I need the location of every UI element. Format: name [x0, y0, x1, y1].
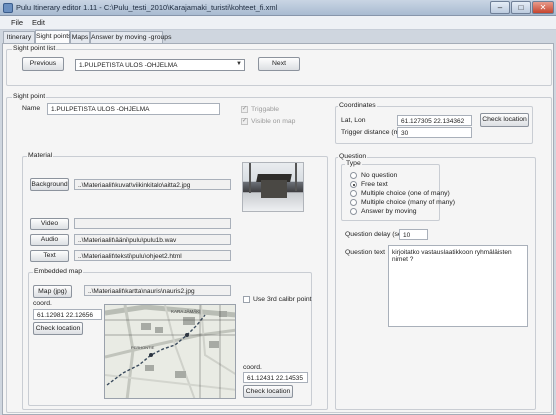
question-text-label: Question text: [345, 249, 386, 256]
visible-on-map-label: Visible on map: [251, 118, 296, 125]
sight-point-label: Sight point: [12, 93, 47, 100]
background-button[interactable]: Background: [30, 178, 69, 191]
previous-button[interactable]: Previous: [22, 57, 64, 71]
radio-answer-by-moving-label: Answer by moving: [361, 208, 417, 215]
close-button[interactable]: ✕: [532, 1, 554, 14]
background-preview-image: [242, 162, 304, 212]
map-check-location-button-2[interactable]: Check location: [243, 385, 293, 398]
minimize-button[interactable]: –: [490, 1, 510, 14]
coord-field-1[interactable]: 61.12981 22.12656: [33, 309, 102, 320]
text-path-field[interactable]: ..\Materiaalit\teksti\pulu\ohjeet2.html: [74, 250, 231, 261]
map-path-field[interactable]: ..\Materiaalit\kartta\nauris\nauris2.jpg: [84, 285, 231, 296]
tab-itinerary[interactable]: Itinerary: [3, 31, 35, 43]
latlon-field[interactable]: 61.127305 22.134362: [397, 115, 472, 126]
text-button[interactable]: Text: [30, 250, 69, 262]
coord-label-2: coord.: [243, 364, 262, 371]
radio-multiple-one[interactable]: [350, 190, 357, 197]
name-field[interactable]: 1.PULPETISTA ULOS -OHJELMA: [47, 103, 220, 115]
coord-field-2[interactable]: 61.12431 22.14535: [243, 372, 308, 383]
radio-multiple-one-label: Multiple choice (one of many): [361, 190, 450, 197]
radio-answer-by-moving[interactable]: [350, 208, 357, 215]
tab-strip: Itinerary Sight points Maps Answer by mo…: [0, 30, 556, 43]
chevron-down-icon: ▼: [236, 61, 242, 67]
map-check-location-button-1[interactable]: Check location: [33, 322, 83, 335]
tab-maps[interactable]: Maps: [70, 31, 90, 43]
embedded-map-label: Embedded map: [33, 268, 83, 275]
map-jpg-button[interactable]: Map (jpg): [33, 285, 72, 298]
radio-no-question-label: No question: [361, 172, 398, 179]
latlon-label: Lat, Lon: [341, 117, 366, 124]
use-3rd-calibr-point-label: Use 3rd calibr point: [253, 296, 312, 303]
coordinates-label: Coordinates: [338, 102, 377, 109]
audio-button[interactable]: Audio: [30, 234, 69, 246]
triggable-label: Triggable: [251, 106, 280, 113]
trigger-distance-label: Trigger distance (m): [341, 129, 402, 136]
sight-point-list-label: Sight point list: [12, 45, 57, 52]
menu-file[interactable]: File: [11, 18, 23, 27]
background-path-field[interactable]: ..\Materiaalit\kuvat\viikinkitalo\aitta2…: [74, 179, 231, 190]
trigger-distance-field[interactable]: 30: [397, 127, 472, 138]
coord-label-1: coord.: [33, 300, 52, 307]
tree: [295, 163, 297, 191]
radio-no-question[interactable]: [350, 172, 357, 179]
window-title: Pulu Itinerary editor 1.11 - C:\Pulu_tes…: [16, 3, 278, 12]
tab-sight-points[interactable]: Sight points: [35, 30, 72, 43]
hut: [261, 180, 287, 198]
menu-edit[interactable]: Edit: [32, 18, 45, 27]
tab-answer-by-moving-groups[interactable]: Answer by moving -groups: [90, 31, 171, 43]
map-label-karajamaki: KARA JÄMÄKI: [171, 308, 201, 314]
question-label: Question: [338, 153, 368, 160]
audio-path-field[interactable]: ..\Materiaalit\ääni\pulu\pulu1b.wav: [74, 234, 231, 245]
sight-point-select-value: 1.PULPETISTA ULOS -OHJELMA: [79, 62, 178, 69]
name-label: Name: [22, 105, 41, 112]
radio-multiple-many[interactable]: [350, 199, 357, 206]
app-icon: [3, 3, 13, 13]
map-label-perhontie: PERHONTIE: [131, 345, 155, 350]
coordinates-check-location-button[interactable]: Check location: [480, 113, 529, 127]
question-text-area[interactable]: kirjoitatko vastauslaatikkoon ryhmäläist…: [388, 245, 528, 327]
question-delay-field[interactable]: 10: [399, 229, 428, 240]
material-label: Material: [27, 152, 54, 159]
radio-multiple-many-label: Multiple choice (many of many): [361, 199, 456, 206]
triggable-checkbox[interactable]: ✓: [241, 106, 248, 113]
title-bar: Pulu Itinerary editor 1.11 - C:\Pulu_tes…: [0, 0, 556, 16]
radio-free-text[interactable]: [350, 181, 357, 188]
question-type-label: Type: [345, 160, 362, 167]
use-3rd-calibr-point-checkbox[interactable]: [243, 296, 250, 303]
radio-free-text-label: Free text: [361, 181, 388, 188]
visible-on-map-checkbox[interactable]: ✓: [241, 118, 248, 125]
menu-bar: File Edit: [0, 16, 556, 30]
question-delay-label: Question delay (sec): [345, 231, 408, 238]
sight-point-select[interactable]: 1.PULPETISTA ULOS -OHJELMA ▼: [75, 59, 245, 71]
video-path-field[interactable]: [74, 218, 231, 229]
map-drawing: KARA JÄMÄKI PERHONTIE: [105, 305, 235, 398]
video-button[interactable]: Video: [30, 218, 69, 230]
tree: [249, 163, 251, 193]
next-button[interactable]: Next: [258, 57, 300, 71]
embedded-map-image[interactable]: KARA JÄMÄKI PERHONTIE: [104, 304, 236, 399]
maximize-button[interactable]: □: [511, 1, 531, 14]
